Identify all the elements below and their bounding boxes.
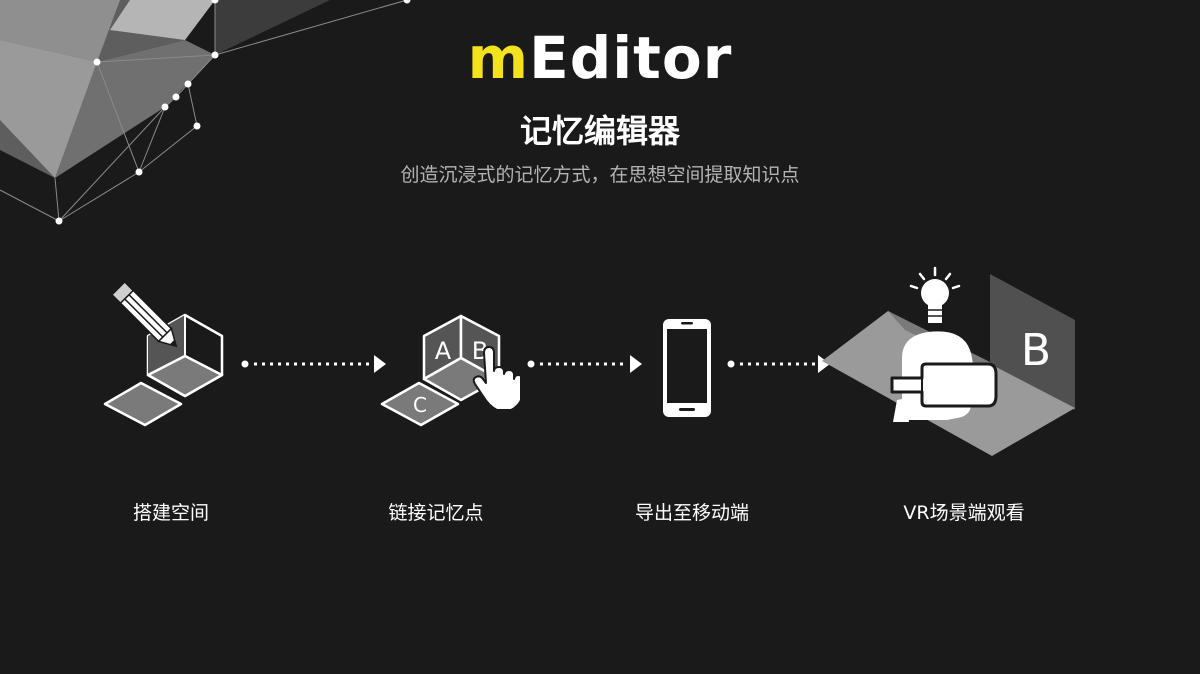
title-rest: Editor — [529, 24, 733, 92]
scene-letter-b: B — [1021, 325, 1051, 376]
letter-a: A — [435, 337, 452, 365]
step-label-build-space: 搭建空间 — [132, 502, 209, 524]
vr-headset-icon: B — [822, 266, 1075, 456]
flow-arrow-1 — [241, 355, 386, 373]
title-accent: m — [467, 24, 530, 92]
app-subtitle: 记忆编辑器 — [519, 112, 680, 150]
smartphone-icon — [663, 319, 711, 417]
step-label-export-mobile: 导出至移动端 — [634, 502, 749, 524]
app-title: mEditor — [0, 24, 1200, 92]
tagline: 创造沉浸式的记忆方式，在思想空间提取知识点 — [400, 164, 800, 186]
flow-arrow-2 — [527, 355, 642, 373]
letter-c: C — [413, 393, 427, 417]
build-space-icon — [103, 280, 224, 427]
step-label-link-memory-points: 链接记忆点 — [388, 502, 484, 524]
lightbulb-icon — [909, 266, 961, 323]
link-memory-points-icon: A B C — [380, 314, 520, 427]
step-label-vr-view: VR场景端观看 — [903, 502, 1025, 524]
